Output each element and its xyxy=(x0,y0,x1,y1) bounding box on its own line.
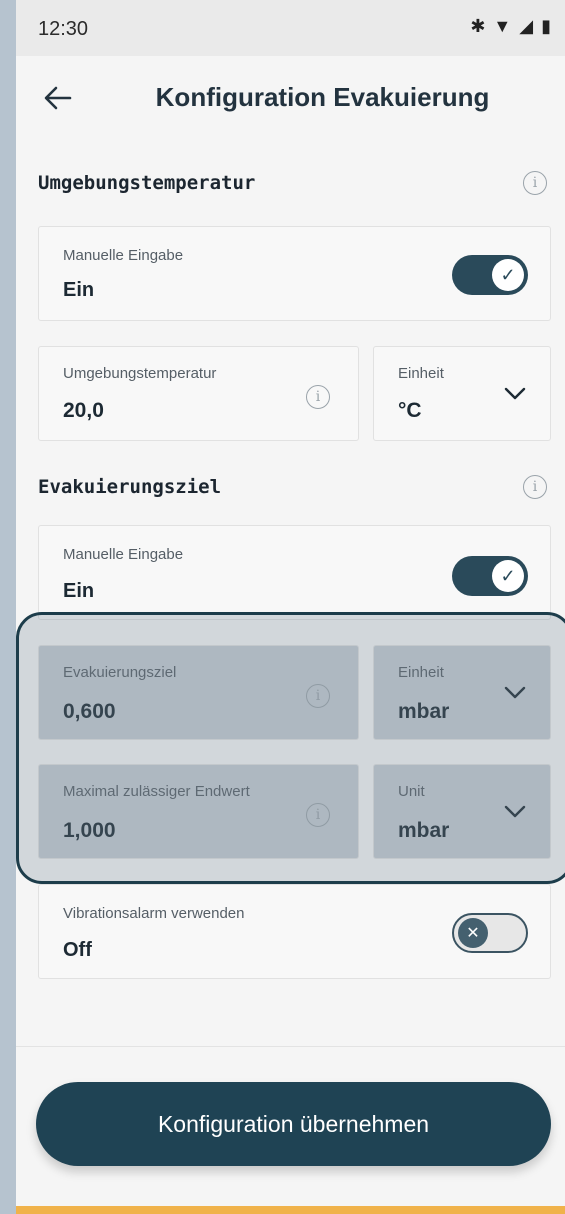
apply-configuration-button[interactable]: Konfiguration übernehmen xyxy=(36,1082,551,1166)
section-header-temperature: Umgebungstemperatur i xyxy=(38,168,547,198)
vibration-alarm-label: Vibrationsalarm verwenden xyxy=(63,905,245,922)
vibration-alarm-card: Vibrationsalarm verwenden Off ✕ xyxy=(38,884,551,979)
max-endvalue-label: Maximal zulässiger Endwert xyxy=(63,783,250,800)
unit-label: Einheit xyxy=(398,664,444,681)
page-title: Konfiguration Evakuierung xyxy=(155,82,490,112)
phone-screen: 12:30 ✱ ▼ ◢ ▮ Konfiguration Evakuierung … xyxy=(16,0,565,1214)
manual-input-target-toggle[interactable]: ✓ xyxy=(452,556,528,596)
divider xyxy=(16,1046,565,1047)
info-icon[interactable]: i xyxy=(523,475,547,499)
info-icon[interactable]: i xyxy=(306,803,330,827)
app-bar: Konfiguration Evakuierung xyxy=(16,56,565,140)
manual-input-value: Ein xyxy=(63,279,95,301)
vibration-alarm-toggle[interactable]: ✕ xyxy=(452,913,528,953)
target-input-field[interactable]: Evakuierungsziel 0,600 i xyxy=(38,645,359,740)
temperature-field-value: 20,0 xyxy=(63,399,104,422)
temperature-input-field[interactable]: Umgebungstemperatur 20,0 i xyxy=(38,346,359,441)
chevron-down-icon xyxy=(504,805,526,818)
check-icon: ✓ xyxy=(492,560,524,592)
unit-value: mbar xyxy=(398,700,450,723)
unit-label: Einheit xyxy=(398,365,444,382)
manual-input-label: Manuelle Eingabe xyxy=(63,247,184,264)
max-endvalue-unit-select[interactable]: Unit mbar xyxy=(373,764,551,859)
manual-input-label: Manuelle Eingabe xyxy=(63,546,184,563)
manual-input-temperature-card: Manuelle Eingabe Ein ✓ xyxy=(38,226,551,321)
signal-icon: ◢ xyxy=(519,16,534,36)
info-icon[interactable]: i xyxy=(523,171,547,195)
target-field-value: 0,600 xyxy=(63,700,116,723)
max-endvalue-value: 1,000 xyxy=(63,819,116,842)
status-icons: ✱ ▼ ◢ ▮ xyxy=(470,16,551,36)
vibration-alarm-value: Off xyxy=(63,939,92,961)
manual-input-temperature-toggle[interactable]: ✓ xyxy=(452,255,528,295)
target-unit-select[interactable]: Einheit mbar xyxy=(373,645,551,740)
status-time: 12:30 xyxy=(38,18,89,40)
unit-label: Unit xyxy=(398,783,425,800)
target-field-label: Evakuierungsziel xyxy=(63,664,177,681)
unit-value: °C xyxy=(398,399,422,422)
bluetooth-icon: ✱ xyxy=(470,16,486,36)
chevron-down-icon xyxy=(504,686,526,699)
check-icon: ✓ xyxy=(492,259,524,291)
unit-value: mbar xyxy=(398,819,450,842)
close-icon: ✕ xyxy=(458,918,488,948)
temperature-field-label: Umgebungstemperatur xyxy=(63,365,217,382)
wifi-icon: ▼ xyxy=(493,16,512,36)
temperature-unit-select[interactable]: Einheit °C xyxy=(373,346,551,441)
manual-input-target-card: Manuelle Eingabe Ein ✓ xyxy=(38,525,551,620)
bottom-accent-strip xyxy=(16,1206,565,1214)
status-bar: 12:30 ✱ ▼ ◢ ▮ xyxy=(16,0,565,56)
manual-input-value: Ein xyxy=(63,580,95,602)
info-icon[interactable]: i xyxy=(306,385,330,409)
max-endvalue-input-field[interactable]: Maximal zulässiger Endwert 1,000 i xyxy=(38,764,359,859)
battery-icon: ▮ xyxy=(541,16,551,36)
section-header-target: Evakuierungsziel i xyxy=(38,472,547,502)
section-title-target: Evakuierungsziel xyxy=(38,476,222,498)
info-icon[interactable]: i xyxy=(306,684,330,708)
chevron-down-icon xyxy=(504,387,526,400)
section-title-temperature: Umgebungstemperatur xyxy=(38,172,256,194)
